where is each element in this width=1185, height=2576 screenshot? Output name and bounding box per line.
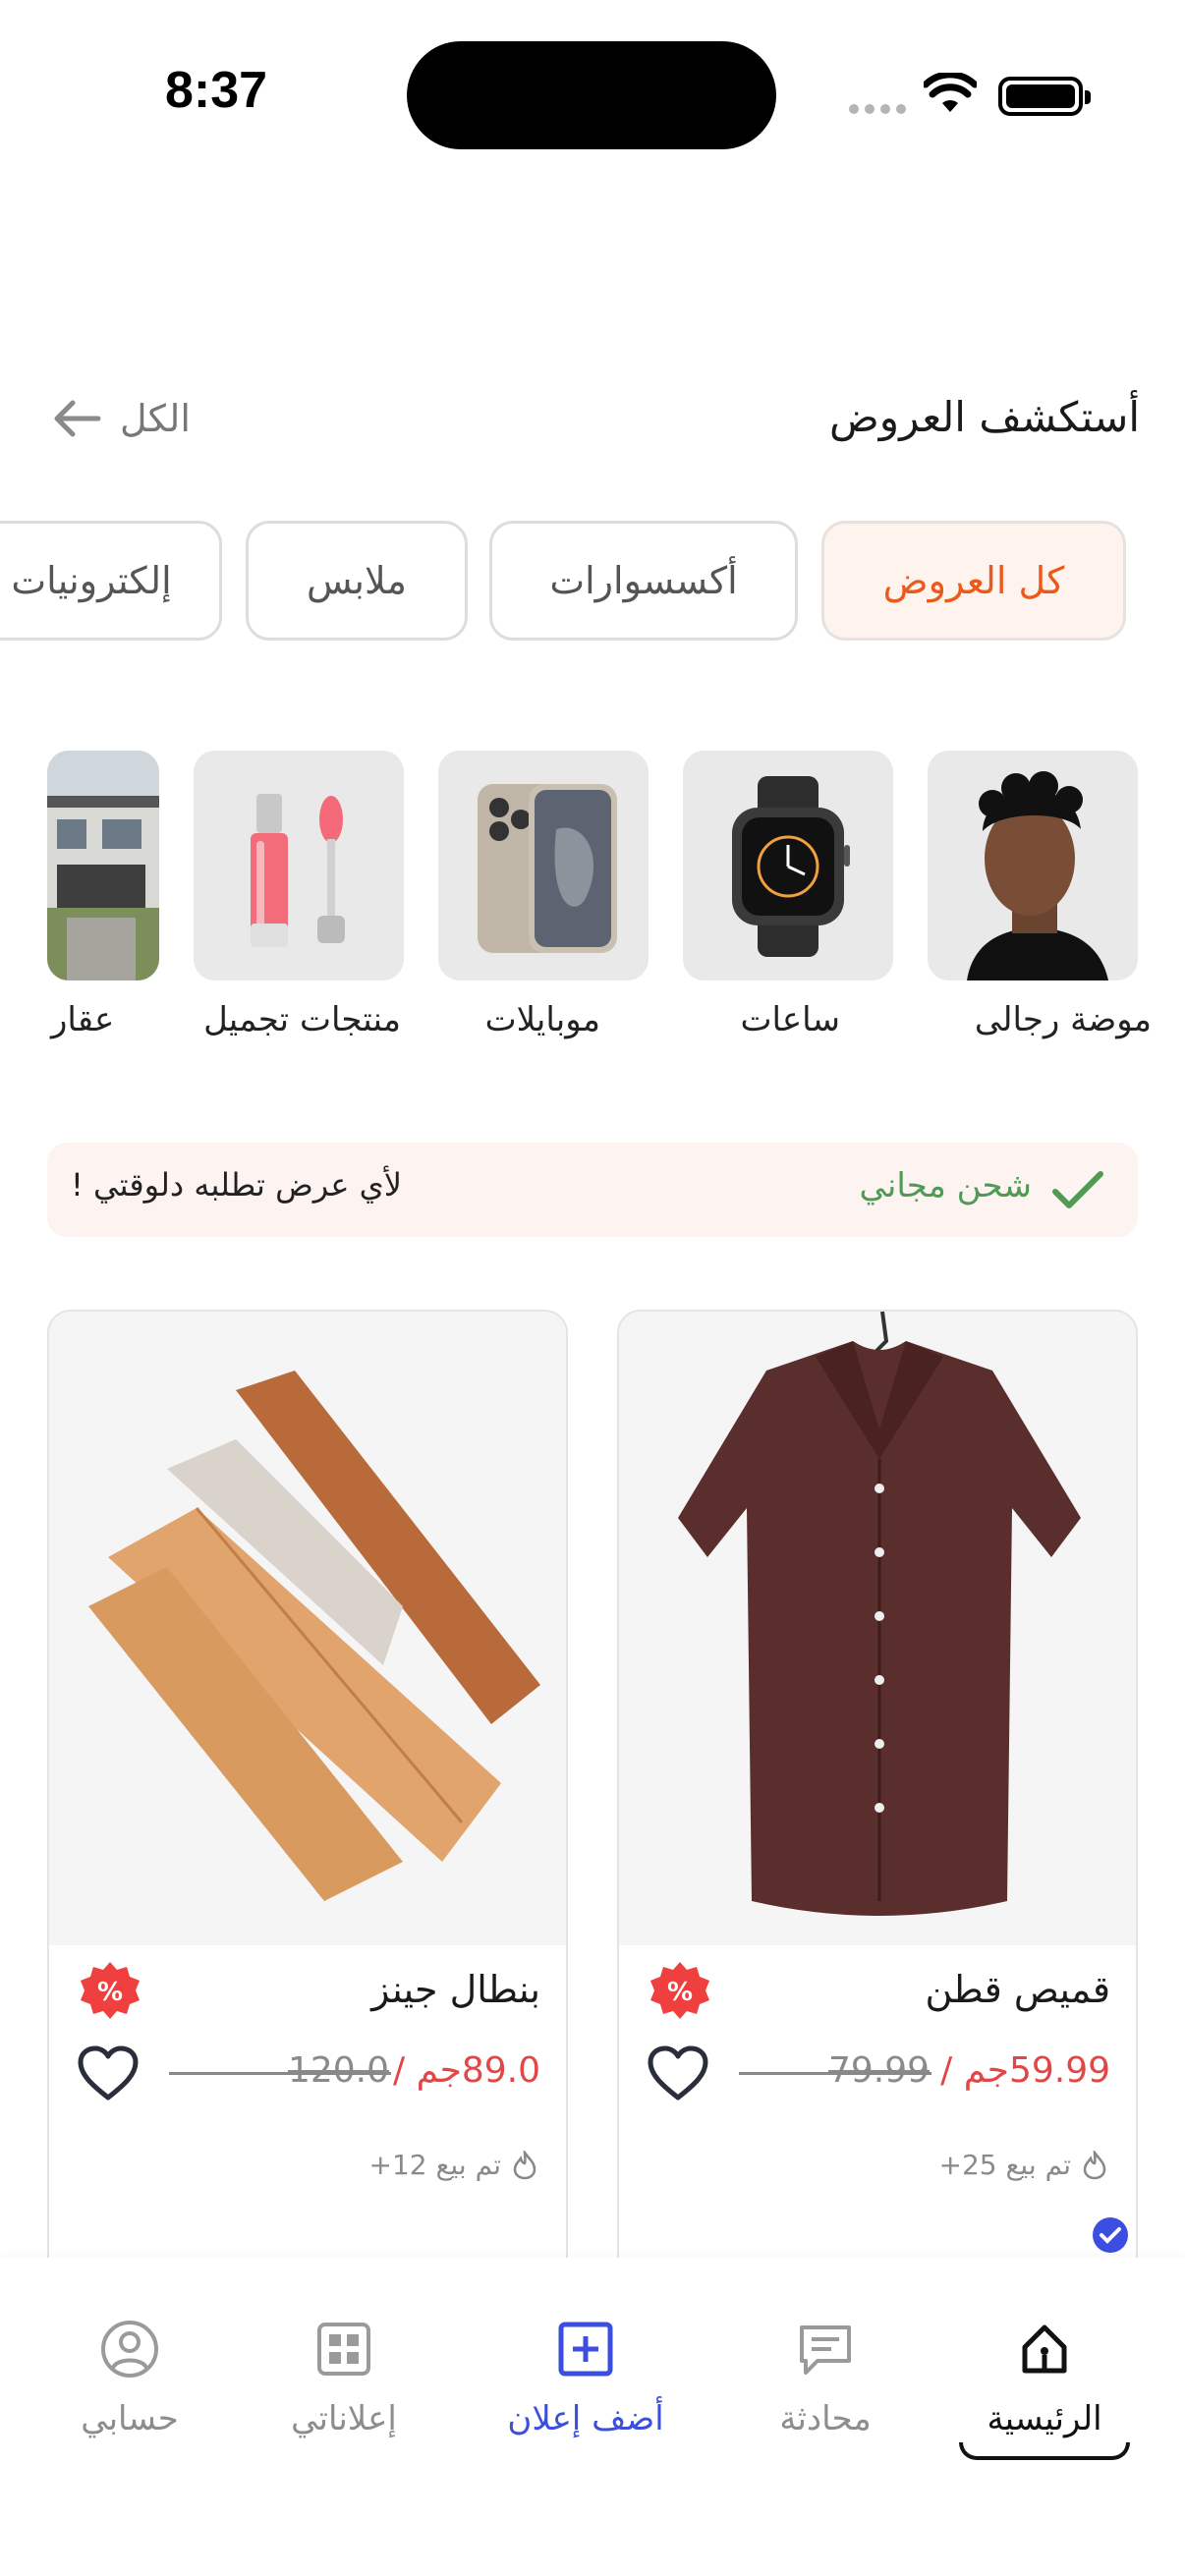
section-title: أستكشف العروض xyxy=(829,393,1140,441)
chip-accessories[interactable]: أكسسوارات xyxy=(489,521,798,641)
verified-check-icon xyxy=(1093,2217,1128,2253)
category-real-estate[interactable] xyxy=(47,751,159,980)
nav-label: إعلاناتي xyxy=(291,2399,397,2438)
product-card[interactable]: % بنطال جينز 89.0جم / 120.0 تم بيع 12+ xyxy=(47,1310,568,2292)
chip-label: أكسسوارات xyxy=(549,559,738,602)
wifi-icon xyxy=(924,73,977,112)
product-image xyxy=(49,1312,566,1945)
nav-add-ad[interactable]: أضف إعلان xyxy=(478,2317,694,2438)
category-label: موضة رجالى xyxy=(974,1000,1152,1039)
product-card[interactable]: % قميص قطن 59.99جم / 79.99 تم بيع 25+ xyxy=(617,1310,1138,2292)
nav-chat[interactable]: محادثة xyxy=(717,2317,933,2438)
user-circle-icon xyxy=(101,2321,158,2378)
check-icon xyxy=(1052,1171,1103,1208)
bottom-nav: الرئيسية محادثة أضف إعلان إعلاناتي حسابي xyxy=(0,2258,1185,2576)
chip-clothes[interactable]: ملابس xyxy=(246,521,468,641)
grid-icon xyxy=(317,2323,370,2376)
category-label: عقار xyxy=(51,1000,115,1039)
product-name: بنطال جينز xyxy=(371,1968,540,2011)
svg-text:%: % xyxy=(97,1978,123,2007)
chip-label: إلكترونيات xyxy=(11,559,172,602)
nav-home[interactable]: الرئيسية xyxy=(936,2317,1153,2438)
category-image xyxy=(438,751,649,980)
chip-label: ملابس xyxy=(306,559,408,602)
arrow-left-icon xyxy=(54,400,101,437)
status-time: 8:37 xyxy=(165,62,268,119)
nav-label: أضف إعلان xyxy=(507,2399,664,2438)
banner-subtitle: لأي عرض تطلبه دلوقتي ! xyxy=(71,1166,402,1204)
product-price: 59.99جم / xyxy=(940,2050,1110,2091)
status-bar: 8:37 xyxy=(0,0,1185,196)
nav-account[interactable]: حسابي xyxy=(22,2317,238,2438)
product-name: قميص قطن xyxy=(925,1968,1111,2011)
banner-title: شحن مجاني xyxy=(859,1166,1032,1205)
chip-electronics[interactable]: إلكترونيات xyxy=(0,521,222,641)
discount-badge-icon: % xyxy=(650,1962,709,2019)
price-strike-line xyxy=(739,2072,931,2075)
nav-label: حسابي xyxy=(81,2399,179,2438)
category-label: ساعات xyxy=(740,1000,840,1039)
nav-my-ads[interactable]: إعلاناتي xyxy=(236,2317,452,2438)
category-image xyxy=(683,751,893,980)
product-image xyxy=(619,1312,1136,1945)
product-price: 89.0جم / xyxy=(393,2050,540,2091)
dynamic-island xyxy=(407,41,776,149)
sold-count: تم بيع 12+ xyxy=(368,2149,501,2181)
see-all-label: الكل xyxy=(120,397,191,440)
nav-label: محادثة xyxy=(779,2399,872,2438)
add-square-icon xyxy=(558,2322,613,2377)
chip-all-offers[interactable]: كل العروض xyxy=(821,521,1126,641)
category-mens-fashion[interactable] xyxy=(928,751,1138,980)
fire-icon xyxy=(1083,2151,1106,2180)
sold-count: تم بيع 25+ xyxy=(938,2149,1071,2181)
discount-badge-icon: % xyxy=(81,1962,140,2019)
category-image xyxy=(194,751,404,980)
category-watches[interactable] xyxy=(683,751,893,980)
nav-active-indicator xyxy=(959,2442,1130,2460)
chat-icon xyxy=(800,2325,851,2375)
product-old-price: 79.99 xyxy=(827,2050,930,2091)
category-cosmetics[interactable] xyxy=(194,751,404,980)
price-strike-line xyxy=(169,2072,391,2075)
category-image xyxy=(47,751,159,980)
product-old-price: 120.0 xyxy=(287,2050,389,2091)
category-label: موبايلات xyxy=(484,1000,600,1039)
heart-icon[interactable] xyxy=(77,2044,140,2101)
svg-text:%: % xyxy=(667,1978,693,2007)
heart-icon[interactable] xyxy=(647,2044,709,2101)
see-all-link[interactable]: الكل xyxy=(51,397,191,440)
battery-icon xyxy=(998,77,1091,116)
category-label: منتجات تجميل xyxy=(203,1000,401,1039)
nav-label: الرئيسية xyxy=(987,2399,1102,2438)
chip-label: كل العروض xyxy=(882,559,1065,602)
free-shipping-banner: شحن مجاني لأي عرض تطلبه دلوقتي ! xyxy=(47,1143,1138,1237)
category-mobiles[interactable] xyxy=(438,751,649,980)
signal-icon xyxy=(849,104,906,114)
filter-chips: كل العروض أكسسوارات ملابس إلكترونيات xyxy=(0,521,1185,643)
fire-icon xyxy=(513,2151,536,2180)
category-image xyxy=(928,751,1138,980)
home-icon xyxy=(1022,2324,1067,2374)
